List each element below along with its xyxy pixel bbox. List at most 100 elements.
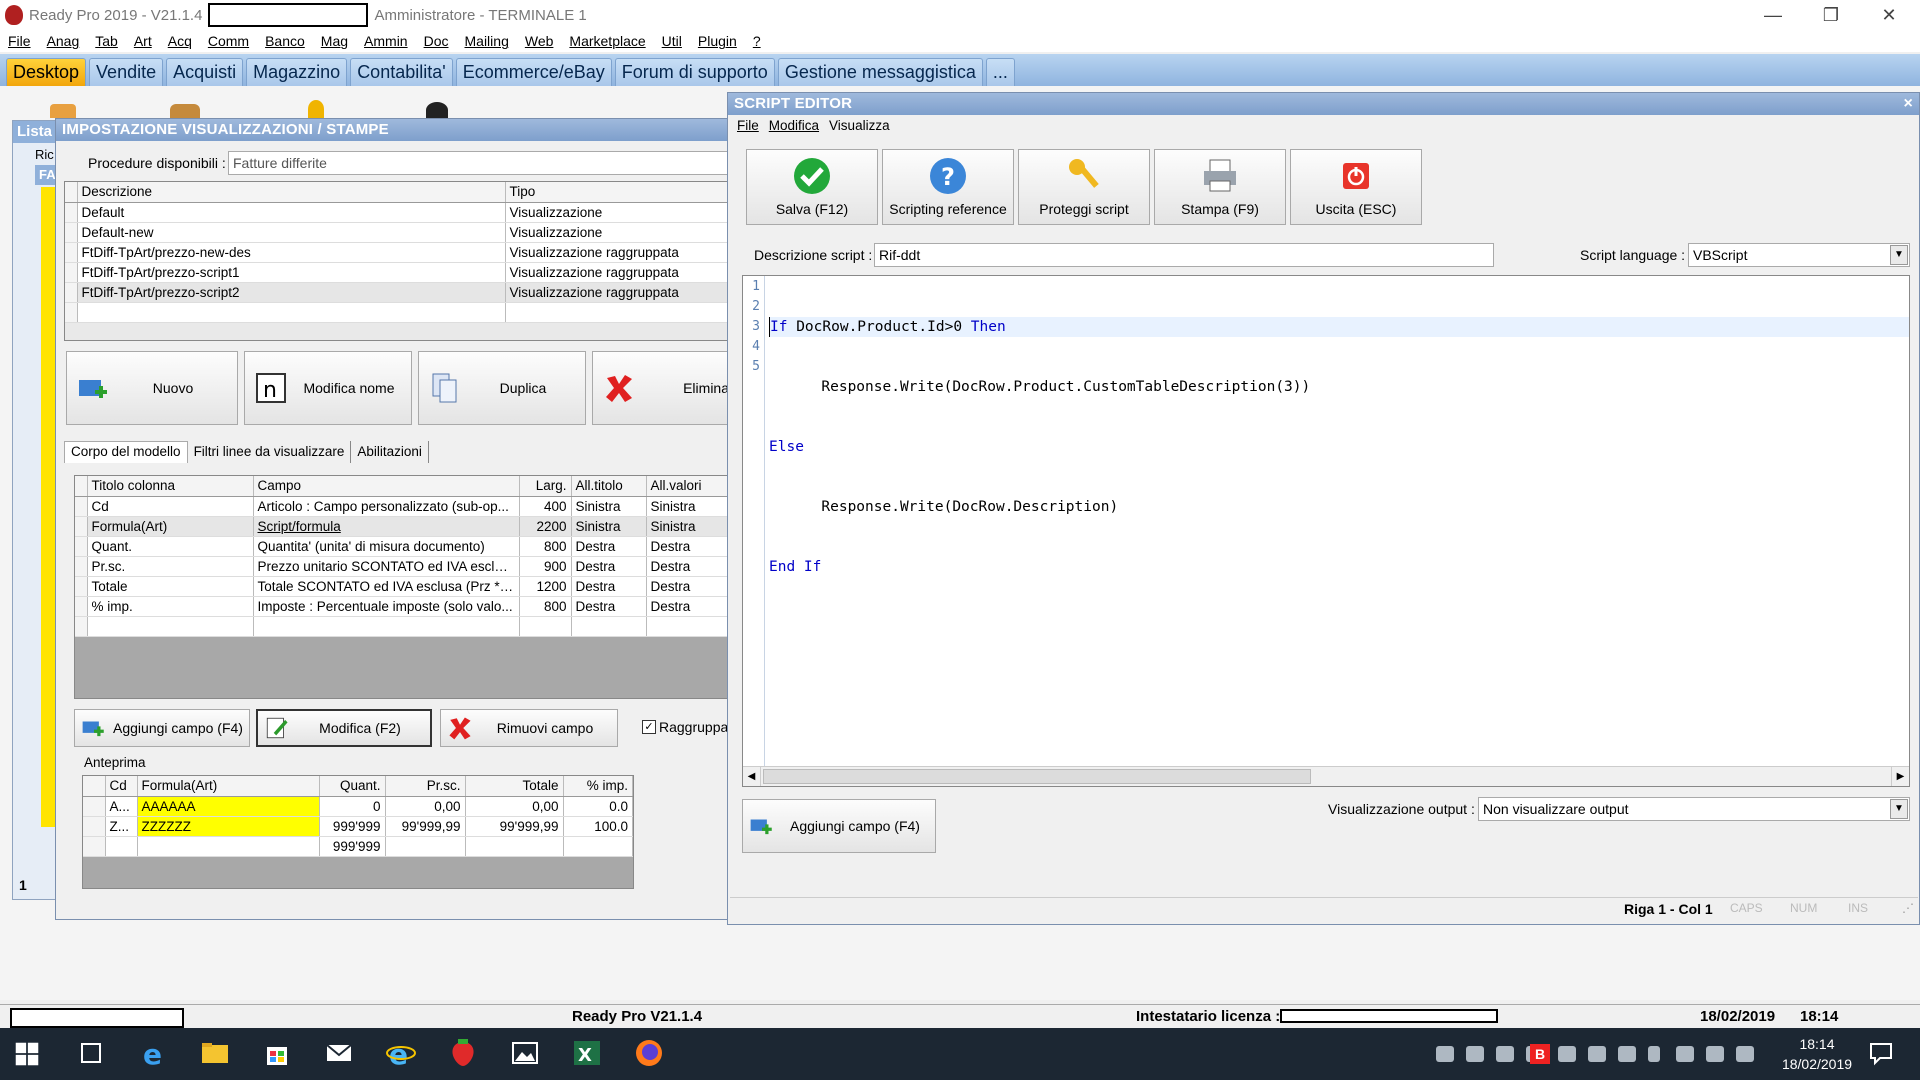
- menu-web[interactable]: Web: [517, 33, 562, 49]
- save-script-button[interactable]: Salva (F12): [746, 149, 878, 225]
- output-display-select[interactable]: Non visualizzare output ▼: [1478, 797, 1910, 821]
- protect-script-button[interactable]: Proteggi script: [1018, 149, 1150, 225]
- col-header-campo[interactable]: Campo: [253, 476, 520, 497]
- rename-model-button[interactable]: n Modifica nome: [244, 351, 412, 425]
- add-field-button[interactable]: Aggiungi campo (F4): [74, 709, 250, 747]
- preview-header-formula[interactable]: Formula(Art): [137, 776, 320, 797]
- edit-field-button[interactable]: Modifica (F2): [256, 709, 432, 747]
- tab-acquisti[interactable]: Acquisti: [166, 58, 244, 86]
- menu-tab[interactable]: Tab: [87, 33, 126, 49]
- col-header-alltitolo[interactable]: All.titolo: [571, 476, 647, 497]
- firefox-icon[interactable]: [634, 1038, 664, 1068]
- tab-messaggistica[interactable]: Gestione messaggistica: [777, 58, 983, 86]
- exit-button[interactable]: Uscita (ESC): [1290, 149, 1422, 225]
- columns-grid[interactable]: Titolo colonna Campo Larg. All.titolo Al…: [74, 475, 734, 699]
- scroll-right-icon[interactable]: ▶: [1891, 767, 1909, 786]
- chevron-down-icon[interactable]: ▼: [1890, 245, 1908, 265]
- horizontal-scrollbar[interactable]: ◀ ▶: [743, 766, 1909, 786]
- group-checkbox[interactable]: ✓ Raggruppa: [642, 719, 728, 735]
- tray-icon[interactable]: [1466, 1046, 1484, 1062]
- menu-help[interactable]: ?: [745, 33, 769, 49]
- internet-explorer-icon[interactable]: e: [386, 1038, 416, 1068]
- tab-forum[interactable]: Forum di supporto: [614, 58, 775, 86]
- windows-start-icon[interactable]: [14, 1041, 40, 1067]
- desktop-icon[interactable]: [308, 100, 324, 118]
- menu-ammin[interactable]: Ammin: [356, 33, 416, 49]
- col-header-titolo[interactable]: Titolo colonna: [87, 476, 254, 497]
- editor-menu-view[interactable]: Visualizza: [824, 118, 895, 133]
- preview-header-prsc[interactable]: Pr.sc.: [385, 776, 466, 797]
- menu-file[interactable]: File: [0, 33, 39, 49]
- table-row[interactable]: Totale Totale SCONTATO ed IVA esclusa (Pr…: [75, 576, 733, 597]
- menu-marketplace[interactable]: Marketplace: [561, 33, 653, 49]
- desktop-icon[interactable]: [170, 104, 200, 118]
- desktop-icon[interactable]: [50, 104, 76, 118]
- script-description-input[interactable]: Rif-ddt: [874, 243, 1494, 267]
- onedrive-icon[interactable]: [1588, 1046, 1606, 1062]
- new-model-button[interactable]: Nuovo: [66, 351, 238, 425]
- editor-add-field-button[interactable]: Aggiungi campo (F4): [742, 799, 936, 853]
- group-checkbox-box[interactable]: ✓: [642, 720, 656, 734]
- tray-icon[interactable]: [1436, 1046, 1454, 1062]
- table-row[interactable]: Cd Articolo : Campo personalizzato (sub-o…: [75, 496, 733, 517]
- restore-icon[interactable]: ❐: [1802, 0, 1860, 30]
- script-editor-close-icon[interactable]: ×: [1903, 93, 1913, 115]
- resize-grip-icon[interactable]: ⋰: [1902, 901, 1914, 915]
- mail-icon[interactable]: [324, 1038, 354, 1068]
- subtab-body[interactable]: Corpo del modello: [64, 441, 188, 463]
- wifi-icon[interactable]: [1706, 1046, 1724, 1062]
- ready-pro-icon[interactable]: [448, 1038, 478, 1068]
- tab-desktop[interactable]: Desktop: [6, 58, 87, 86]
- table-row-selected[interactable]: Formula(Art) Script/formula 2200 Sinistra Si…: [75, 516, 733, 537]
- tab-ecommerce[interactable]: Ecommerce/eBay: [455, 58, 612, 86]
- subtab-filters[interactable]: Filtri linee da visualizzare: [188, 441, 352, 463]
- tray-icon[interactable]: [1496, 1046, 1514, 1062]
- preview-header-totale[interactable]: Totale: [465, 776, 564, 797]
- table-row[interactable]: Quant. Quantita' (unita' di misura docume…: [75, 536, 733, 557]
- menu-util[interactable]: Util: [654, 33, 690, 49]
- excel-icon[interactable]: X: [572, 1038, 602, 1068]
- table-row[interactable]: % imp. Imposte : Percentuale imposte (sol…: [75, 596, 733, 617]
- preview-header-cd[interactable]: Cd: [105, 776, 138, 797]
- table-row[interactable]: Default-new Visualizzazione: [65, 222, 733, 243]
- table-row-selected[interactable]: FtDiff-TpArt/prezzo-script2 Visualizzazio…: [65, 282, 733, 303]
- scripting-reference-button[interactable]: ? Scripting reference: [882, 149, 1014, 225]
- chevron-down-icon[interactable]: ▼: [1890, 799, 1908, 819]
- menu-plugin[interactable]: Plugin: [690, 33, 745, 49]
- col-header-larg[interactable]: Larg.: [519, 476, 572, 497]
- file-explorer-icon[interactable]: [200, 1038, 230, 1068]
- tray-b-icon[interactable]: B: [1530, 1044, 1550, 1064]
- edge-browser-icon[interactable]: e: [140, 1038, 170, 1068]
- tray-icon[interactable]: [1558, 1046, 1576, 1062]
- scrollbar-thumb[interactable]: [763, 769, 1311, 784]
- menu-anag[interactable]: Anag: [39, 33, 88, 49]
- table-row[interactable]: Z... ZZZZZZ 999'999 99'999,99 99'999,99 …: [83, 816, 633, 837]
- duplicate-model-button[interactable]: Duplica: [418, 351, 586, 425]
- table-row[interactable]: FtDiff-TpArt/prezzo-new-des Visualizzazio…: [65, 242, 733, 263]
- table-row[interactable]: FtDiff-TpArt/prezzo-script1 Visualizzazio…: [65, 262, 733, 283]
- volume-icon[interactable]: [1736, 1046, 1754, 1062]
- preview-grid[interactable]: Cd Formula(Art) Quant. Pr.sc. Totale % i…: [82, 775, 634, 889]
- task-view-icon[interactable]: [76, 1038, 106, 1068]
- tab-magazzino[interactable]: Magazzino: [246, 58, 348, 86]
- code-editor[interactable]: 1 2 3 4 5 If DocRow.Product.Id>0 Then Re…: [742, 275, 1910, 787]
- table-row[interactable]: Pr.sc. Prezzo unitario SCONTATO ed IVA es…: [75, 556, 733, 577]
- subtab-permissions[interactable]: Abilitazioni: [351, 441, 429, 463]
- tray-icon[interactable]: [1618, 1046, 1636, 1062]
- usb-icon[interactable]: [1648, 1046, 1660, 1062]
- taskbar-clock[interactable]: 18:14 18/02/2019: [1772, 1034, 1862, 1074]
- editor-menu-file[interactable]: File: [732, 118, 764, 133]
- tab-more[interactable]: ...: [985, 58, 1015, 86]
- remove-field-button[interactable]: Rimuovi campo: [440, 709, 618, 747]
- menu-acq[interactable]: Acq: [160, 33, 200, 49]
- preview-header-imp[interactable]: % imp.: [563, 776, 633, 797]
- menu-mag[interactable]: Mag: [313, 33, 356, 49]
- menu-art[interactable]: Art: [126, 33, 160, 49]
- models-grid[interactable]: Descrizione Tipo Default Visualizzazione D…: [64, 181, 734, 341]
- tab-contabilita[interactable]: Contabilita': [350, 58, 453, 86]
- menu-comm[interactable]: Comm: [200, 33, 257, 49]
- scroll-left-icon[interactable]: ◀: [743, 767, 761, 786]
- col-header-tipo[interactable]: Tipo: [505, 182, 733, 203]
- print-script-button[interactable]: Stampa (F9): [1154, 149, 1286, 225]
- script-language-select[interactable]: VBScript ▼: [1688, 243, 1910, 267]
